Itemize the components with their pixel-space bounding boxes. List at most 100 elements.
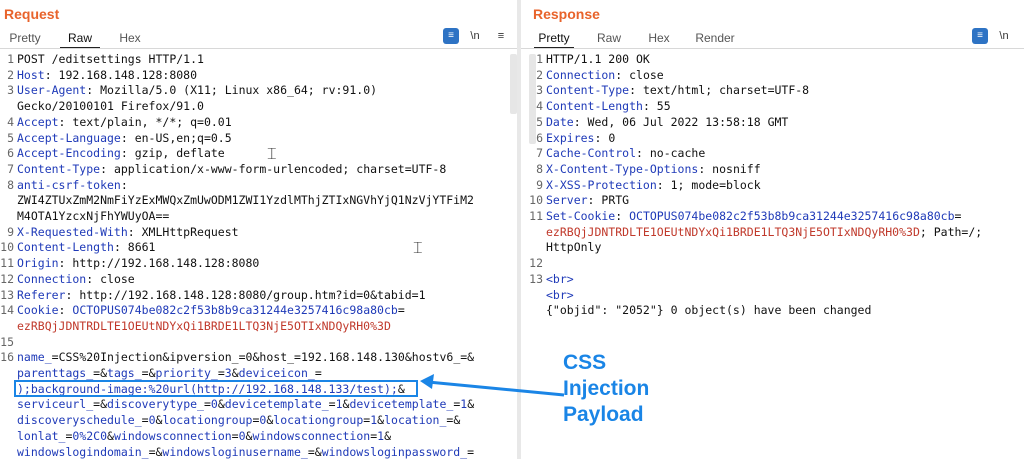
code-token: : en-US,en;q=0.5 — [120, 130, 232, 145]
code-token: host_ — [259, 350, 295, 365]
code-token: =& — [141, 366, 156, 380]
tab-hex[interactable]: Hex — [116, 28, 144, 47]
code-token: = — [217, 366, 225, 380]
line-text: serviceurl_=&discoverytype_=0&devicetemp… — [17, 397, 474, 413]
code-token: locationgroup — [273, 413, 364, 428]
code-token: priority_ — [155, 366, 218, 380]
code-token: Content-Length — [17, 240, 114, 255]
scrollbar[interactable] — [510, 54, 517, 114]
code-token: windowsconnection — [113, 428, 232, 443]
line-text: User-Agent: Mozilla/5.0 (X11; Linux x86_… — [17, 83, 377, 99]
tab-raw[interactable]: Raw — [60, 28, 100, 49]
line-number: 4 — [7, 114, 14, 129]
line-text: Server: PRTG — [546, 193, 629, 209]
line-number: 4 — [536, 99, 543, 114]
line-number: 12 — [529, 256, 543, 271]
line-text: Set-Cookie: OCTOPUS074be082c2f53b8b9ca31… — [546, 209, 961, 225]
code-token: name_ — [17, 350, 52, 365]
line-number: 7 — [7, 161, 14, 176]
code-token: windowsloginusername_ — [162, 444, 308, 459]
code-token: : 8661 — [113, 240, 156, 255]
code-token: : no-cache — [636, 146, 706, 161]
code-token: : — [615, 209, 630, 223]
code-token: =& — [93, 366, 108, 380]
tab-raw[interactable]: Raw — [594, 28, 624, 47]
code-token: Server — [546, 193, 588, 208]
code-token: = — [397, 303, 405, 318]
code-token: = — [141, 413, 149, 428]
menu-icon[interactable]: ≡ — [493, 28, 509, 44]
code-token: : Wed, 06 Jul 2022 13:58:18 GMT — [573, 114, 789, 129]
line-text: Accept-Encoding: gzip, deflate — [17, 146, 225, 162]
code-token: Connection — [17, 271, 87, 286]
line-text: anti-csrf-token: — [17, 178, 128, 194]
code-token: parenttags_ — [17, 366, 94, 380]
line-number: 2 — [7, 67, 14, 82]
line-text: discoveryschedule_=0&locationgroup=0&loc… — [17, 413, 460, 429]
message-format-icon[interactable]: ≡ — [972, 28, 988, 44]
line-text: windowslogindomain_=&windowsloginusernam… — [17, 445, 474, 459]
line-text: Gecko/20100101 Firefox/91.0 — [17, 99, 204, 115]
line-number: 1 — [536, 52, 543, 66]
code-token: ipversion_ — [169, 350, 239, 365]
annotation-label: CSS Injection Payload — [563, 350, 649, 428]
line-text: Cache-Control: no-cache — [546, 146, 705, 162]
line-text: Content-Type: text/html; charset=UTF-8 — [546, 83, 809, 99]
code-token: = — [51, 350, 59, 365]
line-text: Content-Length: 8661 — [17, 240, 155, 256]
line-number: 15 — [0, 334, 14, 349]
line-text: ezRBQjJDNTRDLTE1OEUtNDYxQi1BRDE1LTQ3NjE5… — [17, 319, 391, 335]
line-text: Content-Type: application/x-www-form-url… — [17, 162, 446, 178]
code-token: 1 — [335, 397, 343, 412]
line-text: HTTP/1.1 200 OK — [546, 52, 650, 68]
tab-render[interactable]: Render — [693, 28, 737, 47]
code-token: windowslogindomain_ — [17, 444, 149, 459]
code-token: <br> — [546, 271, 574, 286]
request-tabs: Pretty Raw Hex — [0, 28, 517, 49]
code-token: Content-Type — [17, 161, 101, 176]
code-token: Cookie — [17, 303, 59, 318]
message-format-icon[interactable]: ≡ — [443, 28, 459, 44]
response-tabs: Pretty Raw Hex Render — [521, 28, 1024, 49]
newline-icon[interactable]: \n — [467, 28, 483, 44]
code-token: OCTOPUS074be082c2f53b8b9ca31244e3257416c… — [72, 303, 398, 318]
code-token: : nosniff — [698, 161, 761, 176]
code-token: : 55 — [642, 99, 671, 114]
code-token: OCTOPUS074be082c2f53b8b9ca31244e3257416c… — [629, 209, 955, 223]
line-number: 10 — [529, 193, 543, 208]
code-token: 3 — [224, 366, 232, 380]
code-token: discoverytype_ — [107, 397, 204, 412]
request-title: Request — [4, 6, 60, 22]
line-text: Connection: close — [17, 272, 135, 288]
line-text: Origin: http://192.168.148.128:8080 — [17, 256, 259, 272]
code-token: X-XSS-Protection — [546, 177, 657, 192]
newline-icon[interactable]: \n — [996, 28, 1012, 44]
line-text: Cookie: OCTOPUS074be082c2f53b8b9ca31244e… — [17, 303, 405, 319]
code-token: & — [384, 428, 391, 443]
code-token: <br> — [546, 287, 574, 302]
line-number: 13 — [0, 287, 14, 302]
code-token: Date — [546, 114, 574, 129]
code-token: = — [238, 350, 246, 365]
line-text: {"objid": "2052"} 0 object(s) have been … — [546, 303, 871, 319]
tab-pretty[interactable]: Pretty — [6, 28, 44, 47]
code-token: Connection — [546, 67, 616, 82]
code-token: = — [954, 209, 962, 223]
code-token: M4OTA1YzcxNjFhYWUyOA== — [17, 209, 170, 223]
code-token: =& — [460, 350, 475, 365]
line-number: 12 — [0, 271, 14, 286]
tab-hex[interactable]: Hex — [644, 28, 674, 47]
code-token: Expires — [546, 130, 595, 145]
tab-divider — [0, 48, 517, 49]
line-number: 11 — [529, 209, 543, 223]
line-number: 10 — [0, 240, 14, 255]
code-token: anti-csrf-token — [17, 177, 121, 192]
line-text: ezRBQjJDNTRDLTE1OEUtNDYxQi1BRDE1LTQ3NjE5… — [546, 225, 982, 241]
code-token: = — [467, 444, 475, 459]
code-token: ezRBQjJDNTRDLTE1OEUtNDYxQi1BRDE1LTQ3NjE5… — [546, 224, 920, 239]
tab-pretty[interactable]: Pretty — [534, 28, 574, 49]
line-text: name_=CSS%20Injection&ipversion_=0&host_… — [17, 350, 474, 366]
code-token: Host — [17, 67, 45, 82]
code-token: = — [203, 397, 211, 412]
code-token: X-Content-Type-Options — [546, 161, 699, 176]
